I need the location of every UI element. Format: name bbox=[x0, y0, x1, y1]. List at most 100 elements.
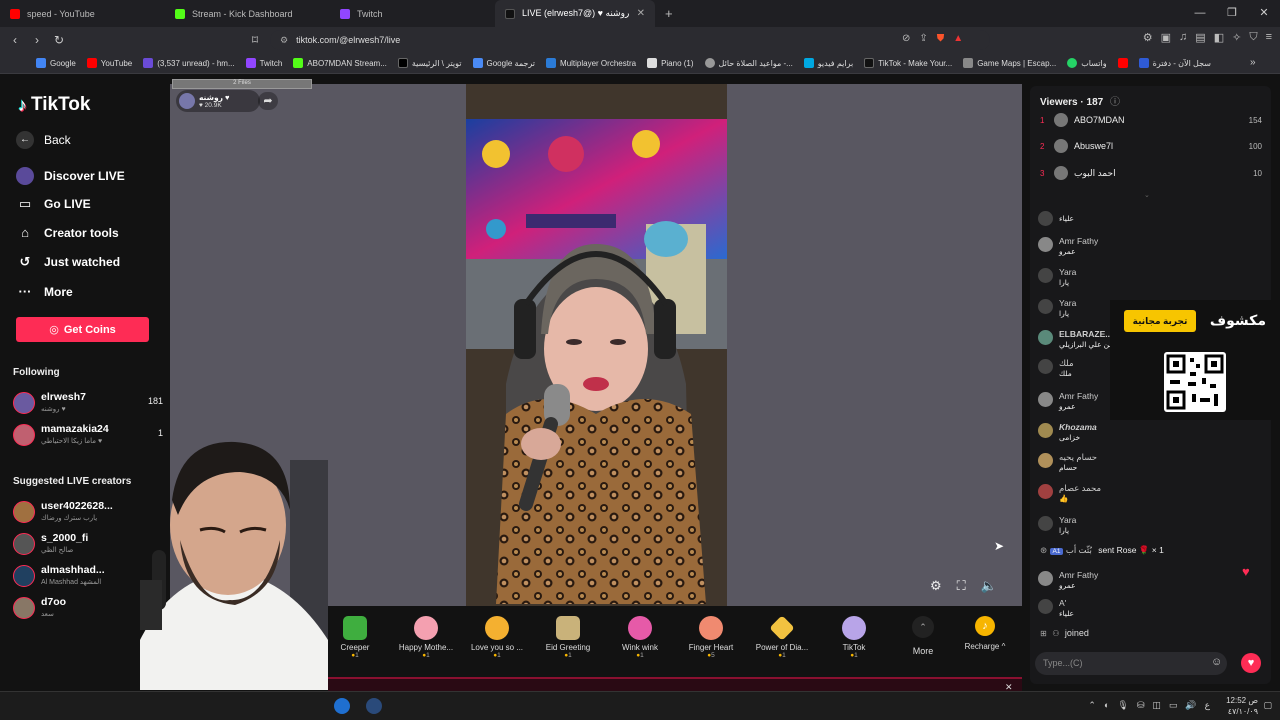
chat-message[interactable]: محمد عصام 👍 bbox=[1038, 481, 1266, 511]
volume-icon[interactable]: 🔊 bbox=[1185, 700, 1196, 711]
settings-icon[interactable]: ⚙ bbox=[930, 578, 942, 594]
bookmark-item[interactable]: (3,537 unread) - hm... bbox=[143, 58, 235, 68]
free-trial-button[interactable]: تجربة مجانية bbox=[1124, 310, 1196, 332]
back-button[interactable]: ← Back bbox=[16, 131, 71, 149]
bookmark-item[interactable]: Twitch bbox=[245, 58, 282, 68]
gift-item[interactable]: Power of Dia... ●1 bbox=[747, 615, 817, 659]
get-coins-button[interactable]: ◎ Get Coins bbox=[16, 317, 149, 342]
close-tab-icon[interactable]: ✕ bbox=[637, 8, 645, 19]
bookmark-item[interactable]: Google ترجمة bbox=[472, 58, 535, 68]
battery-icon[interactable]: ▭ bbox=[1169, 700, 1178, 711]
viewers-header[interactable]: Viewers · 187 ⓘ bbox=[1040, 93, 1120, 108]
notification-icon[interactable]: ▢ bbox=[1263, 700, 1272, 711]
wifi-icon[interactable]: ◫ bbox=[1152, 700, 1161, 711]
nav-go-live[interactable]: ▭ Go LIVE bbox=[16, 196, 91, 212]
chat-input[interactable]: Type...(C) bbox=[1035, 652, 1227, 675]
language-icon[interactable]: ع bbox=[1205, 700, 1210, 711]
bookmarks-overflow-icon[interactable]: » bbox=[1250, 57, 1256, 68]
viewer-row[interactable]: 3 احمد البوب 10 bbox=[1040, 163, 1262, 183]
gift-event[interactable]: ⊛ A1 بُثّت أب sent Rose 🌹 × 1 bbox=[1040, 545, 1240, 556]
chat-message[interactable]: Yara يارا bbox=[1038, 513, 1266, 543]
bookmark-item[interactable]: مواعيد الصلاة حائل -... bbox=[704, 58, 793, 68]
bookmark-item[interactable]: TikTok - Make Your... bbox=[864, 58, 952, 68]
tiktok-logo[interactable]: ♪ TikTok bbox=[18, 94, 90, 116]
share-icon[interactable]: ➦ bbox=[258, 92, 278, 110]
nav-discover-live[interactable]: Discover LIVE bbox=[16, 167, 125, 185]
browser-tab-active[interactable]: LIVE (elrwesh7@) ♥ روشنه ✕ bbox=[495, 0, 655, 27]
nav-creator-tools[interactable]: ⌂ Creator tools bbox=[16, 225, 119, 240]
bookmark-item[interactable]: برايم فيديو bbox=[803, 58, 853, 68]
bookmark-item[interactable]: Multiplayer Orchestra bbox=[546, 58, 636, 68]
chevron-up-icon[interactable]: ⌃ bbox=[1088, 700, 1096, 711]
back-arrow-icon[interactable]: ‹ bbox=[4, 33, 26, 47]
more-gifts-button[interactable]: ⌃ More bbox=[908, 616, 938, 656]
bookmark-item[interactable]: واتساب bbox=[1067, 58, 1107, 68]
bookmark-item[interactable] bbox=[1117, 58, 1128, 68]
viewer-row[interactable]: 2 Abuswe7l 100 bbox=[1040, 136, 1262, 156]
bookmark-item[interactable]: Google bbox=[36, 58, 76, 68]
wallet-icon[interactable]: ◧ bbox=[1214, 31, 1224, 44]
live-video[interactable] bbox=[466, 84, 727, 606]
browser-tab[interactable]: speed - YouTube bbox=[0, 0, 165, 27]
bookmark-item[interactable]: Piano (1) bbox=[647, 58, 694, 68]
nav-more[interactable]: ··· More bbox=[16, 284, 73, 299]
share-icon[interactable]: ⇪ bbox=[919, 33, 927, 44]
forward-arrow-icon[interactable]: › bbox=[26, 33, 48, 47]
following-user[interactable]: elrwesh7 روشنه ♥ 181 bbox=[13, 390, 163, 418]
browser-tab[interactable]: Twitch bbox=[330, 0, 495, 27]
network-icon[interactable]: ⛁ bbox=[1137, 700, 1145, 711]
gift-item[interactable]: Eid Greeting ●1 bbox=[533, 616, 603, 659]
screenshot-icon[interactable]: ▣ bbox=[1161, 31, 1171, 44]
bookmark-item[interactable]: Game Maps | Escap... bbox=[963, 58, 1056, 68]
media-icon[interactable]: ♫ bbox=[1179, 31, 1187, 44]
chat-message[interactable]: Amr Fathy عمرو bbox=[1038, 234, 1266, 264]
chat-message[interactable]: A' علياء bbox=[1038, 596, 1266, 626]
emoji-icon[interactable]: ☺ bbox=[1211, 656, 1222, 668]
no-tracking-icon[interactable]: ⊘ bbox=[902, 33, 910, 44]
like-heart-icon[interactable]: ♥ bbox=[1241, 653, 1261, 673]
microphone-icon[interactable]: 🎙 bbox=[1117, 700, 1128, 711]
gift-item[interactable]: Wink wink ●1 bbox=[605, 616, 675, 659]
viewer-row[interactable]: 1 ABO7MDAN 154 bbox=[1040, 110, 1262, 130]
chat-message[interactable]: Khozama خزامى bbox=[1038, 420, 1266, 450]
volume-icon[interactable]: 🔈 bbox=[981, 578, 997, 594]
bookmark-item[interactable]: سجل الآن - دفترة bbox=[1138, 58, 1211, 68]
vpn-icon[interactable]: ⛉ bbox=[1249, 31, 1257, 44]
gift-item[interactable]: Finger Heart ●5 bbox=[676, 616, 746, 659]
gift-item[interactable]: TikTok ●1 bbox=[819, 616, 889, 659]
host-info[interactable]: روشنه ♥ ♥ 20.9K bbox=[176, 90, 260, 112]
close-window-icon[interactable]: ✕ bbox=[1248, 0, 1280, 27]
gift-item[interactable]: Love you so ... ●1 bbox=[462, 616, 532, 659]
bookmark-item[interactable]: YouTube bbox=[86, 58, 132, 68]
edge-app-icon[interactable] bbox=[334, 698, 350, 714]
expand-chevron-icon[interactable]: ⌄ bbox=[1144, 191, 1150, 199]
recharge-button[interactable]: ♪ Recharge ^ bbox=[960, 616, 1010, 651]
brave-shield-icon[interactable]: ⛊ bbox=[937, 33, 945, 44]
bookmark-icon[interactable]: ⌑ bbox=[244, 33, 266, 47]
bookmark-item[interactable]: تويتر \ الرئيسية bbox=[397, 58, 462, 68]
new-tab-button[interactable]: + bbox=[655, 0, 683, 27]
extension-icon[interactable]: ⚙ bbox=[1143, 31, 1153, 44]
gift-item[interactable]: Creeper ●1 bbox=[320, 616, 390, 659]
fullscreen-icon[interactable]: ⛶ bbox=[957, 578, 966, 594]
chat-message[interactable]: Amr Fathy عمرو bbox=[1038, 568, 1266, 598]
url-bar[interactable]: ⚙ tiktok.com/@elrwesh7/live bbox=[270, 30, 990, 50]
site-info-icon[interactable]: ⚙ bbox=[280, 35, 288, 46]
minimize-icon[interactable]: — bbox=[1184, 0, 1216, 27]
nav-just-watched[interactable]: ↺ Just watched bbox=[16, 254, 120, 270]
restore-icon[interactable]: ❐ bbox=[1216, 0, 1248, 27]
ad-overlay[interactable]: تجربة مجانية مكشوف bbox=[1110, 300, 1280, 420]
sidebar-toggle-icon[interactable]: ▤ bbox=[1195, 31, 1205, 44]
gift-item[interactable]: Happy Mothe... ●1 bbox=[391, 616, 461, 659]
browser-tab[interactable]: Stream - Kick Dashboard bbox=[165, 0, 330, 27]
bookmark-item[interactable]: ABO7MDAN Stream... bbox=[293, 58, 387, 68]
steam-app-icon[interactable] bbox=[366, 698, 382, 714]
rewards-icon[interactable]: ▲ bbox=[953, 33, 963, 44]
chat-message[interactable]: حسام يحيه حسام bbox=[1038, 450, 1266, 480]
info-icon[interactable]: ⓘ bbox=[1110, 97, 1120, 108]
tray-app-icon[interactable]: ◐ bbox=[1104, 700, 1109, 711]
leo-icon[interactable]: ✧ bbox=[1232, 31, 1241, 44]
reload-icon[interactable]: ↻ bbox=[48, 33, 70, 47]
chat-message[interactable]: Yara يارا bbox=[1038, 265, 1266, 295]
clock[interactable]: 12:52 ص ٤٧/١٠/٠٩ bbox=[1226, 695, 1258, 717]
